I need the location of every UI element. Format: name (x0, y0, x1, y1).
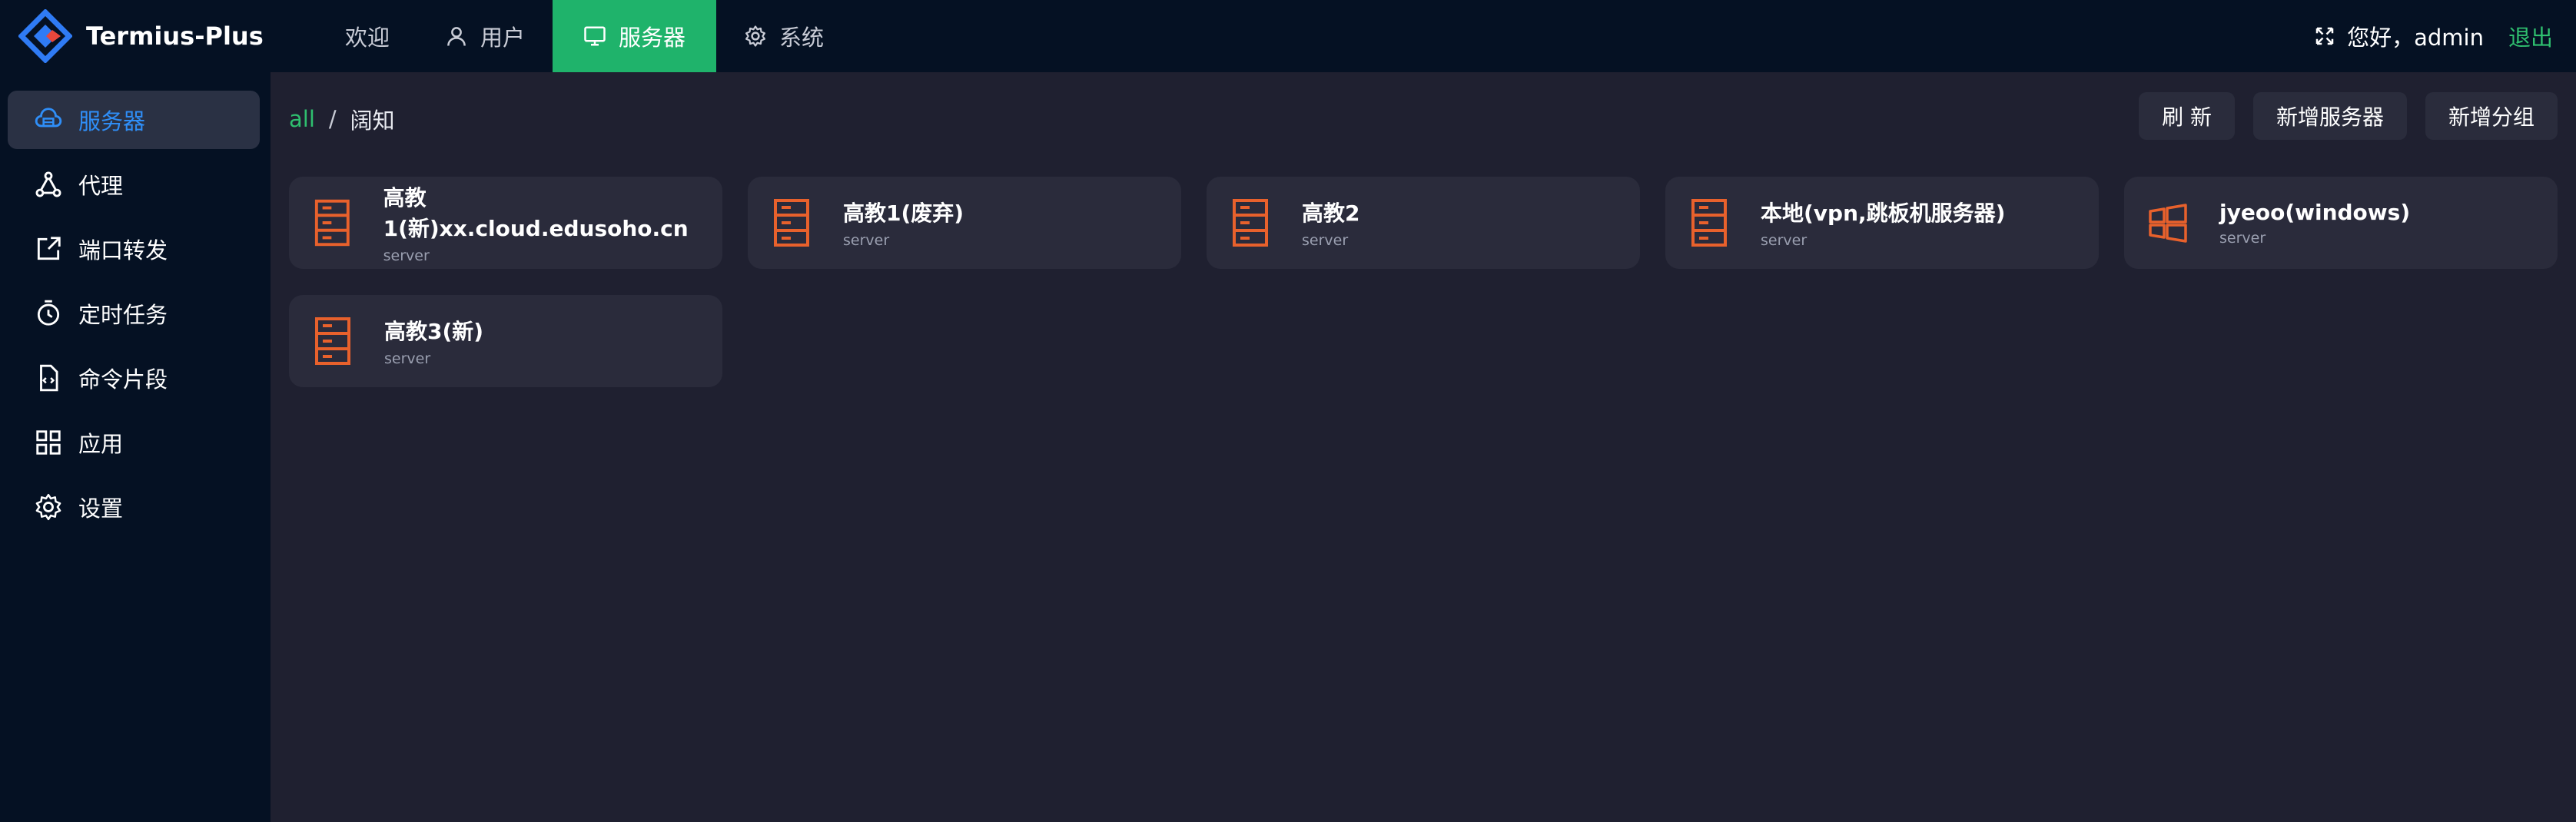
action-bar: 刷 新 新增服务器 新增分组 (2120, 92, 2558, 140)
sidebar-item-servers[interactable]: 服务器 (8, 91, 260, 149)
nav-welcome-label: 欢迎 (345, 25, 390, 51)
topbar-right: 您好，admin 退出 (2313, 20, 2553, 52)
sidebar-item-port-forward[interactable]: 端口转发 (8, 220, 260, 278)
server-card-text: 高教3(新) server (384, 315, 483, 367)
breadcrumb-current: 阔知 (350, 108, 395, 134)
server-name: 本地(vpn,跳板机服务器) (1761, 201, 2006, 226)
sidebar-item-snippets[interactable]: 命令片段 (8, 349, 260, 407)
server-name: 高教1(新)xx.cloud.edusoho.cn (383, 185, 689, 241)
nav-system-label: 系统 (779, 25, 825, 51)
user-icon (447, 27, 466, 46)
server-type: server (1761, 232, 1808, 249)
sidebar-item-apps-label: 应用 (78, 431, 124, 457)
logo-icon (18, 9, 72, 63)
nav-system[interactable]: 系统 (716, 0, 851, 72)
main-content: all / 阔知 刷 新 新增服务器 新增分组 高教1(新)xx.cloud.e… (271, 72, 2576, 822)
nav-welcome[interactable]: 欢迎 (322, 0, 417, 72)
server-type: server (384, 350, 431, 367)
server-card-text: 高教1(废弃) server (843, 197, 964, 249)
sidebar-item-settings-label: 设置 (78, 496, 124, 522)
network-icon (35, 171, 61, 197)
server-icon (1691, 199, 1727, 247)
server-name: jyeoo(windows) (2219, 199, 2411, 225)
server-name: 高教3(新) (384, 319, 484, 344)
windows-icon (2149, 204, 2187, 243)
server-card[interactable]: jyeoo(windows) server (2124, 177, 2558, 269)
nav-users-label: 用户 (480, 25, 526, 51)
sidebar-item-snippets-label: 命令片段 (78, 366, 168, 393)
breadcrumb: all / 阔知 (289, 103, 395, 135)
top-bar: Termius-Plus 欢迎 用户 服务器 系统 您好，admin 退出 (0, 0, 2576, 72)
add-server-button[interactable]: 新增服务器 (2252, 92, 2407, 140)
server-card-text: 高教1(新)xx.cloud.edusoho.cn server (383, 181, 722, 264)
server-icon (314, 199, 350, 247)
sidebar-item-proxy-label: 代理 (78, 173, 124, 199)
server-card-text: jyeoo(windows) server (2219, 200, 2410, 247)
server-name: 高教1(废弃) (843, 201, 964, 226)
top-nav: 欢迎 用户 服务器 系统 (322, 0, 851, 72)
logout-link[interactable]: 退出 (2508, 20, 2553, 52)
refresh-button[interactable]: 刷 新 (2139, 92, 2235, 140)
server-type: server (1302, 232, 1349, 249)
sidebar-item-settings[interactable]: 设置 (8, 478, 260, 536)
server-type: server (843, 232, 890, 249)
grid-icon (36, 430, 61, 455)
server-icon (774, 199, 809, 247)
server-card[interactable]: 高教3(新) server (289, 295, 722, 387)
nav-users[interactable]: 用户 (417, 0, 553, 72)
app-logo[interactable]: Termius-Plus (18, 9, 322, 63)
user-greeting: 您好，admin (2347, 25, 2484, 51)
sidebar-item-servers-label: 服务器 (78, 108, 146, 134)
server-card-text: 本地(vpn,跳板机服务器) server (1761, 197, 2005, 249)
nav-servers[interactable]: 服务器 (553, 0, 717, 72)
add-group-button[interactable]: 新增分组 (2425, 92, 2558, 140)
sidebar-item-scheduled-tasks[interactable]: 定时任务 (8, 284, 260, 343)
server-card[interactable]: 高教1(废弃) server (748, 177, 1181, 269)
server-card-text: 高教2 server (1302, 197, 1359, 249)
sidebar-item-port-forward-label: 端口转发 (78, 237, 168, 264)
server-cloud-icon (35, 108, 62, 128)
share-icon (37, 237, 61, 260)
fullscreen-icon[interactable] (2313, 25, 2336, 48)
server-card[interactable]: 本地(vpn,跳板机服务器) server (1665, 177, 2099, 269)
server-card[interactable]: 高教1(新)xx.cloud.edusoho.cn server (289, 177, 722, 269)
code-file-icon (40, 364, 58, 392)
sidebar-item-apps[interactable]: 应用 (8, 413, 260, 472)
nav-servers-label: 服务器 (619, 25, 686, 51)
sidebar-item-scheduled-tasks-label: 定时任务 (78, 302, 168, 328)
app-title: Termius-Plus (86, 22, 264, 51)
timer-icon (37, 300, 60, 326)
breadcrumb-separator: / (328, 106, 337, 132)
server-name: 高教2 (1302, 201, 1360, 226)
settings-icon (35, 493, 61, 521)
server-type: server (2219, 229, 2266, 247)
server-icon (315, 317, 350, 365)
server-icon (1233, 199, 1268, 247)
server-card[interactable]: 高教2 server (1207, 177, 1640, 269)
server-type: server (383, 247, 430, 264)
gear-icon (745, 25, 766, 47)
server-grid: 高教1(新)xx.cloud.edusoho.cn server 高教1(废弃)… (289, 177, 2558, 387)
breadcrumb-root[interactable]: all (289, 106, 315, 132)
sidebar: 服务器 代理 端口转发 定时任务 命令片段 应用 设置 (0, 72, 271, 822)
monitor-icon (584, 26, 606, 46)
sidebar-item-proxy[interactable]: 代理 (8, 155, 260, 214)
